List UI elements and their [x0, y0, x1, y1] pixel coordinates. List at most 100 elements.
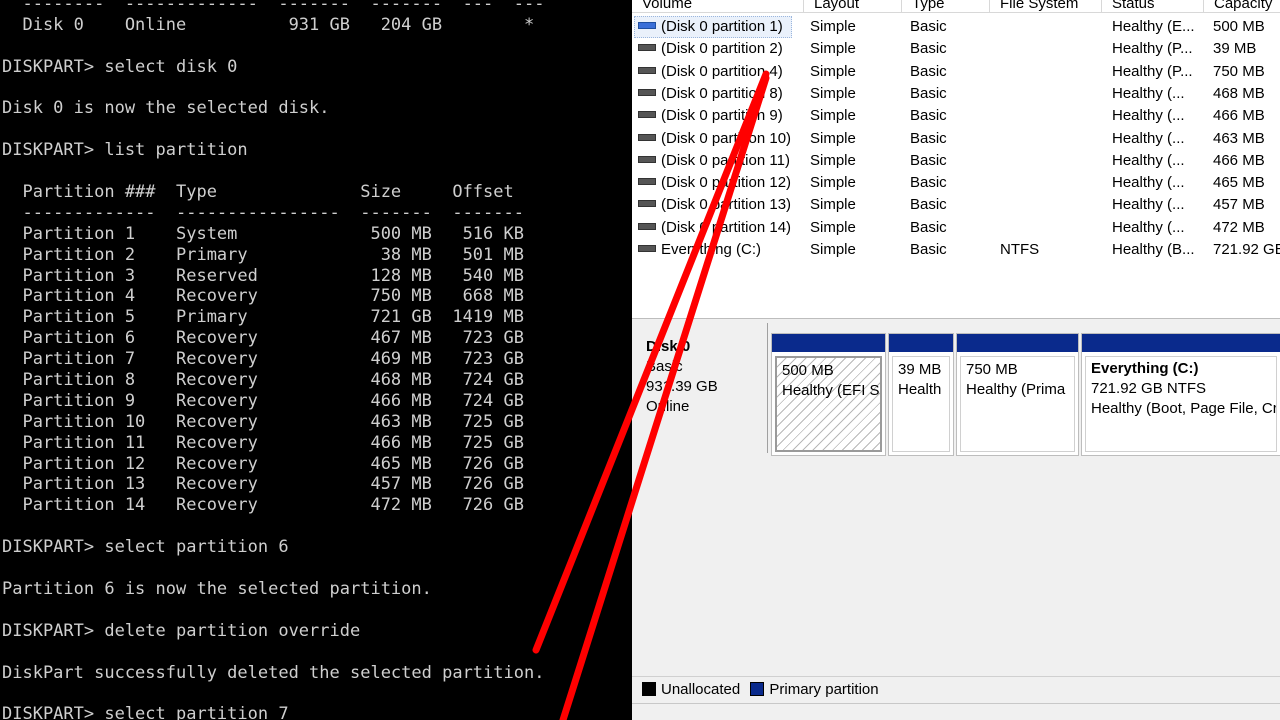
status-cell: Healthy (E...	[1112, 18, 1195, 35]
volume-row[interactable]: (Disk 0 partition 14) Simple Basic Healthy …	[632, 217, 1280, 239]
partition-bar	[772, 334, 885, 352]
volume-name: (Disk 0 partition 13)	[661, 196, 792, 214]
primary-swatch-icon	[750, 681, 765, 696]
volume-gray-icon	[638, 111, 656, 119]
partition-block-c-drive[interactable]: Everything (C:) 721.92 GB NTFS Healthy (…	[1081, 333, 1280, 456]
layout-cell: Simple	[810, 129, 856, 147]
console-line: Partition 3 Reserved 128 MB 540 MB	[2, 265, 524, 286]
console-output: -------- ------------- ------- ------- -…	[2, 0, 544, 720]
legend-primary-label: Primary partition	[769, 681, 879, 698]
layout-cell: Simple	[810, 40, 856, 58]
column-header-layout[interactable]: Layout	[804, 0, 902, 12]
layout-cell: Simple	[810, 151, 856, 169]
column-header-type[interactable]: Type	[902, 0, 990, 12]
volume-row[interactable]: (Disk 0 partition 11) Simple Basic Healthy …	[632, 150, 1280, 172]
type-cell: Basic	[910, 18, 947, 35]
type-cell: Basic	[910, 241, 947, 258]
volume-name: (Disk 0 partition 12)	[661, 174, 792, 192]
volume-name: Everything (C:)	[661, 241, 762, 258]
status-cell: Healthy (P...	[1112, 40, 1193, 58]
status-cell: Healthy (P...	[1112, 62, 1193, 80]
console-line: Partition ### Type Size Offset	[2, 182, 514, 203]
status-cell: Healthy (...	[1112, 174, 1185, 192]
console-line: -------- ------------- ------- ------- -…	[2, 0, 545, 14]
layout-cell: Simple	[810, 84, 856, 102]
volume-gray-icon	[638, 245, 656, 253]
layout-cell: Simple	[810, 218, 856, 236]
volume-cell: (Disk 0 partition 4)	[638, 61, 828, 83]
disk-name: Disk 0	[646, 338, 691, 355]
type-cell: Basic	[910, 218, 947, 236]
column-header-status[interactable]: Status	[1102, 0, 1204, 12]
console-line: Disk 0 Online 931 GB 204 GB *	[2, 14, 535, 35]
disk-management-window: Volume Layout Type File System Status Ca…	[632, 0, 1280, 720]
column-header-capacity[interactable]: Capacity	[1204, 0, 1280, 12]
disk-state: Online	[646, 398, 690, 415]
console-line: Partition 13 Recovery 457 MB 726 GB	[2, 474, 524, 495]
volume-gray-icon	[638, 133, 656, 141]
console-line: DISKPART> list partition	[2, 140, 248, 161]
partition-bar	[1082, 334, 1280, 352]
volume-name: (Disk 0 partition 8)	[661, 84, 783, 102]
volume-name: (Disk 0 partition 14)	[661, 218, 792, 236]
column-header-file-system[interactable]: File System	[990, 0, 1102, 12]
status-bar	[632, 703, 1280, 720]
capacity-cell: 750 MB	[1213, 62, 1265, 80]
volume-row[interactable]: (Disk 0 partition 2) Simple Basic Healthy (…	[632, 38, 1280, 60]
console-line: Partition 4 Recovery 750 MB 668 MB	[2, 286, 524, 307]
disk-0-label[interactable]: Disk 0 Basic 931.39 GB Online	[632, 323, 768, 453]
console-line: Partition 12 Recovery 465 MB 726 GB	[2, 453, 524, 474]
volume-cell: (Disk 0 partition 8)	[638, 83, 828, 105]
partition-block-750mb[interactable]: 750 MB Healthy (Prima	[956, 333, 1079, 456]
partition-block-body: 500 MB Healthy (EFI S	[775, 356, 882, 452]
volume-row[interactable]: (Disk 0 partition 4) Simple Basic Healthy (…	[632, 61, 1280, 83]
legend-bar: Unallocated Primary partition	[632, 676, 1280, 703]
volume-cell: (Disk 0 partition 11)	[638, 150, 828, 172]
volume-row[interactable]: (Disk 0 partition 9) Simple Basic Healthy (…	[632, 105, 1280, 127]
console-line: Partition 10 Recovery 463 MB 725 GB	[2, 411, 524, 432]
partition-status: Healthy (Prima	[966, 381, 1066, 398]
volume-cell: (Disk 0 partition 14)	[638, 217, 828, 239]
status-cell: Healthy (...	[1112, 151, 1185, 169]
capacity-cell: 500 MB	[1213, 18, 1265, 35]
volume-name: (Disk 0 partition 1)	[661, 18, 783, 35]
volume-name: (Disk 0 partition 4)	[661, 62, 783, 80]
console-line: Partition 2 Primary 38 MB 501 MB	[2, 244, 524, 265]
column-header-volume[interactable]: Volume	[632, 0, 804, 12]
partition-status: Healthy (EFI S	[782, 382, 880, 399]
volume-cell: (Disk 0 partition 9)	[638, 105, 828, 127]
volume-row[interactable]: (Disk 0 partition 10) Simple Basic Healthy …	[632, 128, 1280, 150]
capacity-cell: 721.92 GB	[1213, 241, 1280, 258]
volume-blue-icon	[638, 22, 656, 30]
partition-size: 750 MB	[966, 361, 1018, 378]
volume-row[interactable]: (Disk 0 partition 13) Simple Basic Healthy …	[632, 194, 1280, 216]
capacity-cell: 463 MB	[1213, 129, 1265, 147]
status-cell: Healthy (...	[1112, 84, 1185, 102]
volume-cell: (Disk 0 partition 12)	[638, 172, 828, 194]
partition-block-efi[interactable]: 500 MB Healthy (EFI S	[771, 333, 886, 456]
volume-cell: (Disk 0 partition 2)	[638, 38, 828, 60]
layout-cell: Simple	[810, 196, 856, 214]
console-line: Partition 7 Recovery 469 MB 723 GB	[2, 349, 524, 370]
layout-cell: Simple	[810, 18, 856, 35]
volume-row[interactable]: (Disk 0 partition 1) Simple Basic Healthy (…	[632, 16, 1280, 38]
volume-row[interactable]: (Disk 0 partition 12) Simple Basic Healthy …	[632, 172, 1280, 194]
volume-gray-icon	[638, 222, 656, 230]
console-line: Partition 8 Recovery 468 MB 724 GB	[2, 370, 524, 391]
diskpart-console[interactable]: -------- ------------- ------- ------- -…	[0, 0, 632, 720]
partition-block-body: 750 MB Healthy (Prima	[960, 356, 1075, 452]
capacity-cell: 39 MB	[1213, 40, 1257, 58]
volume-row[interactable]: Everything (C:) Simple Basic NTFS Healthy (B…	[632, 239, 1280, 261]
unallocated-swatch-icon	[642, 681, 656, 696]
capacity-cell: 468 MB	[1213, 84, 1265, 102]
volume-row[interactable]: (Disk 0 partition 8) Simple Basic Healthy (…	[632, 83, 1280, 105]
partition-size: 39 MB	[898, 361, 942, 378]
disk-size: 931.39 GB	[646, 378, 718, 395]
capacity-cell: 457 MB	[1213, 196, 1265, 214]
volume-cell: (Disk 0 partition 10)	[638, 128, 828, 150]
partition-block-39mb[interactable]: 39 MB Health	[888, 333, 954, 456]
layout-cell: Simple	[810, 62, 856, 80]
